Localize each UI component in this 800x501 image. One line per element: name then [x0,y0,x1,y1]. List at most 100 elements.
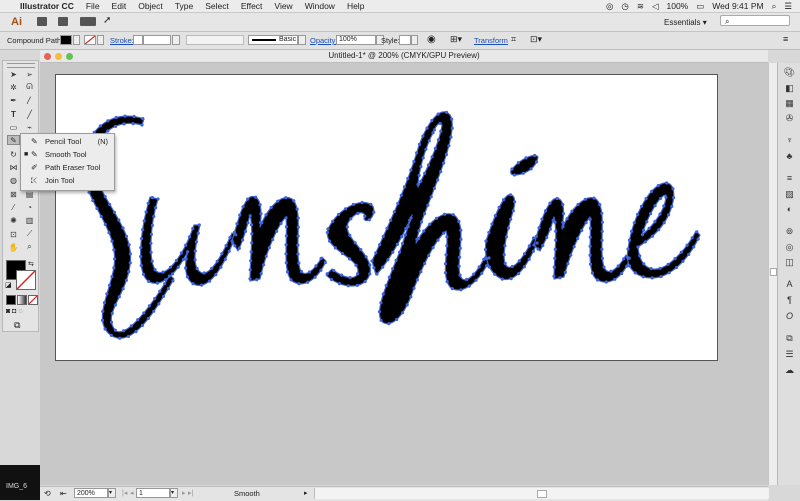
anchor-point[interactable] [250,241,254,245]
anchor-point[interactable] [112,210,116,214]
anchor-point[interactable] [127,270,131,274]
arrange-documents-icon[interactable] [80,17,96,26]
anchor-point[interactable] [142,219,146,223]
app-menu[interactable]: Illustrator CC [20,1,74,11]
anchor-point[interactable] [248,277,252,281]
anchor-point[interactable] [638,254,642,258]
anchor-point[interactable] [297,282,301,286]
anchor-point[interactable] [409,295,413,299]
flyout-item-join[interactable]: ⤪ Join Tool [21,174,114,187]
character-panel-icon[interactable]: A [784,279,795,289]
anchor-point[interactable] [364,255,368,259]
anchor-point[interactable] [118,336,122,340]
anchor-point[interactable] [340,251,344,256]
anchor-point[interactable] [139,237,144,241]
isolate-object-icon[interactable]: ⌗ [511,34,516,45]
anchor-point[interactable] [534,234,538,238]
menu-type[interactable]: Type [175,1,193,11]
anchor-point[interactable] [353,241,357,245]
anchor-point[interactable] [432,186,436,190]
anchor-point[interactable] [444,110,449,114]
anchor-point[interactable] [179,251,183,255]
anchor-point[interactable] [459,237,463,241]
anchor-point[interactable] [504,235,509,239]
anchor-point[interactable] [368,272,372,276]
rotate-tool-icon[interactable]: ↻ [7,149,20,159]
anchor-point[interactable] [339,273,344,277]
anchor-point[interactable] [445,280,449,284]
anchor-point[interactable] [264,254,268,258]
anchor-point[interactable] [157,302,161,306]
anchor-point[interactable] [642,262,646,266]
menu-window[interactable]: Window [305,1,335,11]
anchor-point[interactable] [367,218,371,222]
anchor-point[interactable] [543,209,548,213]
stroke-swatch[interactable] [84,35,96,45]
anchor-point[interactable] [450,126,454,130]
stroke-color-swatch[interactable] [16,270,36,290]
fill-swatch[interactable] [60,35,72,45]
anchor-point[interactable] [442,212,447,216]
anchor-point[interactable] [445,244,449,248]
gradient-mode-button[interactable] [17,295,27,305]
anchor-point[interactable] [149,241,153,245]
anchor-point[interactable] [377,310,382,314]
anchor-point[interactable] [191,282,195,286]
anchor-point[interactable] [248,214,252,218]
anchor-point[interactable] [685,243,689,247]
anchor-point[interactable] [396,201,400,206]
anchor-point[interactable] [653,220,657,224]
anchor-point[interactable] [398,250,402,254]
anchor-point[interactable] [394,258,398,262]
anchor-point[interactable] [516,161,520,165]
anchor-point[interactable] [613,277,617,281]
anchor-point[interactable] [563,270,567,274]
anchor-point[interactable] [149,232,153,236]
anchor-point[interactable] [214,273,218,277]
anchor-point[interactable] [681,259,685,263]
anchor-point[interactable] [113,124,118,128]
anchor-point[interactable] [337,282,342,286]
anchor-point[interactable] [328,239,332,243]
anchor-point[interactable] [147,304,151,308]
anchor-point[interactable] [176,265,180,269]
anchor-point[interactable] [412,286,416,290]
anchor-point[interactable] [427,139,431,143]
anchor-point[interactable] [170,272,175,276]
zoom-level-field[interactable]: 200% [74,488,108,498]
anchor-point[interactable] [356,211,360,215]
anchor-point[interactable] [493,272,497,276]
anchor-point[interactable] [552,274,556,278]
anchor-point[interactable] [355,283,359,287]
anchor-point[interactable] [153,268,157,272]
anchor-point[interactable] [572,245,576,249]
anchor-point[interactable] [400,235,404,239]
anchor-point[interactable] [351,202,355,207]
anchor-point[interactable] [426,203,430,207]
anchor-point[interactable] [442,161,446,165]
anchor-point[interactable] [343,207,348,211]
color-guide-icon[interactable]: ◧ [784,83,795,93]
anchor-point[interactable] [284,234,288,238]
anchor-point[interactable] [395,317,399,322]
anchor-point[interactable] [152,309,156,313]
menu-select[interactable]: Select [205,1,229,11]
anchor-point[interactable] [284,216,288,220]
anchor-point[interactable] [628,264,632,268]
anchor-point[interactable] [417,236,421,240]
anchor-point[interactable] [292,199,296,203]
anchor-point[interactable] [467,284,471,288]
stroke-panel-icon[interactable]: ≡ [784,173,795,183]
anchor-point[interactable] [326,227,330,231]
anchor-point[interactable] [392,210,396,214]
anchor-point[interactable] [588,217,592,221]
shape-builder-tool-icon[interactable]: ◍ [7,175,20,185]
anchor-point[interactable] [248,268,252,272]
anchor-point[interactable] [113,303,117,307]
anchor-point[interactable] [395,242,399,246]
anchor-point[interactable] [348,257,352,261]
anchor-point[interactable] [457,219,461,224]
anchor-point[interactable] [174,258,178,263]
anchor-point[interactable] [391,250,395,254]
anchor-point[interactable] [415,151,419,155]
